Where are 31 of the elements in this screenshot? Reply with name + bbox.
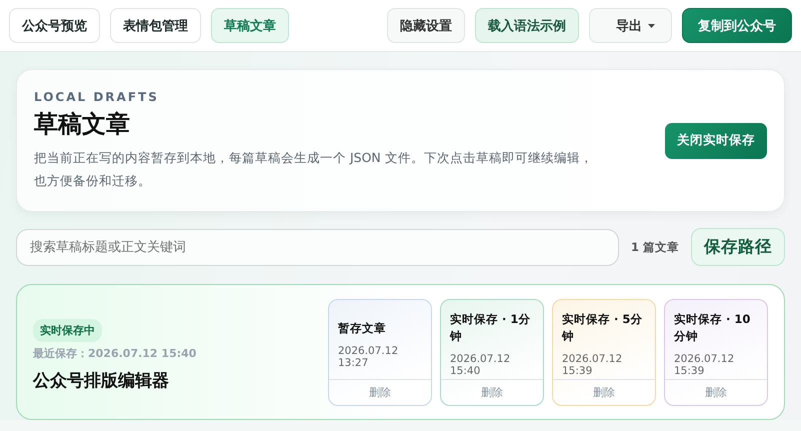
hide-settings-button[interactable]: 隐藏设置 xyxy=(387,8,465,43)
version-title: 实时保存 · 5分钟 xyxy=(562,311,644,345)
version-title: 实时保存 · 1分钟 xyxy=(450,311,532,345)
version-card[interactable]: 暂存文章 2026.07.12 13:27 删除 xyxy=(328,298,432,406)
search-field[interactable]: 搜索草稿标题或正文关键词 xyxy=(16,228,619,266)
toggle-autosave-button[interactable]: 关闭实时保存 xyxy=(665,122,767,158)
page-title: 草稿文章 xyxy=(34,108,130,140)
status-badge: 实时保存中 xyxy=(33,318,102,342)
tab[interactable]: 公众号预览 xyxy=(9,8,100,43)
version-title: 暂存文章 xyxy=(338,320,387,336)
export-dropdown[interactable]: 导出 xyxy=(589,8,672,43)
version-card[interactable]: 实时保存 · 1分钟 2026.07.12 15:40 删除 xyxy=(440,298,544,406)
load-example-button[interactable]: 载入语法示例 xyxy=(475,8,579,43)
eyebrow-label: LOCAL DRAFTS xyxy=(34,90,159,104)
save-path-button[interactable]: 保存路径 xyxy=(691,228,785,266)
draft-title: 公众号排版编辑器 xyxy=(33,370,169,392)
version-time: 2026.07.12 15:39 xyxy=(562,353,624,377)
version-time: 2026.07.12 15:39 xyxy=(674,353,736,377)
article-count: 1 篇文章 xyxy=(630,240,679,254)
version-card[interactable]: 实时保存 · 5分钟 2026.07.12 15:39 删除 xyxy=(552,298,656,406)
tab[interactable]: 表情包管理 xyxy=(110,8,201,43)
caret-icon xyxy=(648,24,655,28)
version-title: 实时保存 · 10分钟 xyxy=(674,311,752,345)
version-card[interactable]: 实时保存 · 10分钟 2026.07.12 15:39 删除 xyxy=(664,298,768,406)
last-saved-text: 最近保存：2026.07.12 15:40 xyxy=(33,346,196,360)
draft-card[interactable]: 实时保存中 最近保存：2026.07.12 15:40 公众号排版编辑器 暂存文章 2026.07.12 13:27 删除 实时保存 · 1分钟 2026.07.12 15:40 删除 实时保存 · 5分钟 2026.07.12 15:39 删除 实时保存 · 10分钟 2026.07.12 15:39 删除 xyxy=(16,284,785,420)
tab[interactable]: 草稿文章 xyxy=(211,8,289,43)
version-time: 2026.07.12 13:27 xyxy=(338,344,400,368)
version-time: 2026.07.12 15:40 xyxy=(450,353,512,377)
description: 把当前正在写的内容暂存到本地，每篇草稿会生成一个 JSON 文件。下次点击草稿即可继续编辑，也方便备份和迁移。 xyxy=(34,148,594,190)
copy-button[interactable]: 复制到公众号 xyxy=(682,8,792,43)
